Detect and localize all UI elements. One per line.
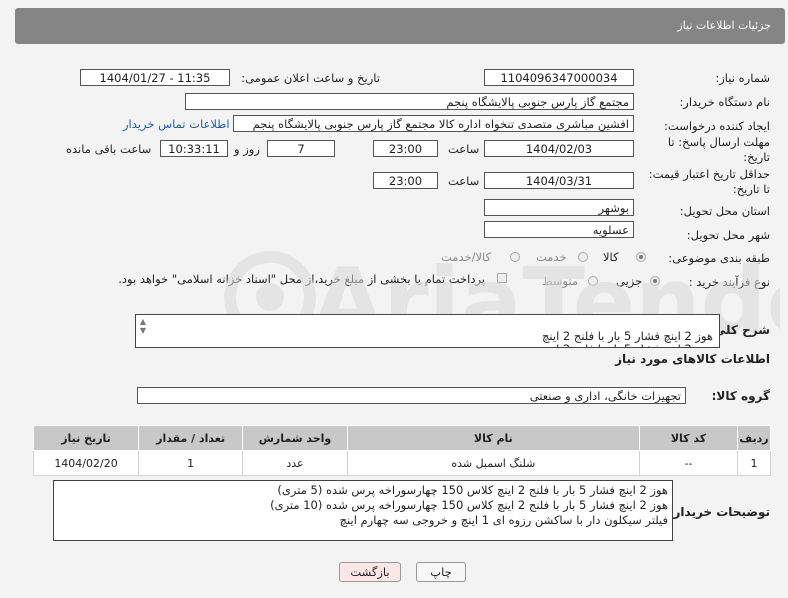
cell-item-code: -- [639, 450, 739, 476]
requester-field: افشین مباشری متصدی تنخواه اداره کالا مجت… [233, 115, 634, 132]
city-field: عسلویه [484, 221, 634, 238]
validity-time-field: 23:00 [373, 172, 438, 189]
need-number-label: شماره نیاز: [715, 71, 770, 85]
table-row: 1 -- شلنگ اسمبل شده عدد 1 1404/02/20 [32, 450, 771, 476]
purchase-type-label: نوع فرآیند خرید : [688, 275, 770, 289]
category-option-goods: کالا [603, 250, 619, 264]
back-button[interactable]: بازگشت [339, 562, 401, 582]
city-label: شهر محل تحویل: [686, 228, 770, 242]
cell-unit: عدد [242, 450, 348, 476]
items-table: ردیف کد کالا نام کالا واحد شمارش تعداد /… [32, 425, 771, 476]
reply-deadline-label: مهلت ارسال پاسخ: تا تاریخ: [667, 135, 770, 164]
category-radio-service[interactable] [578, 252, 588, 262]
cell-row-number: 1 [737, 450, 771, 476]
days-and-label: روز و [234, 142, 260, 156]
category-option-goods-service: کالا/خدمت [441, 250, 492, 264]
reply-date-field: 1404/02/03 [484, 140, 634, 157]
header-bar: جزئیات اطلاعات نیاز [15, 8, 785, 44]
reply-time-field: 23:00 [373, 140, 438, 157]
purchase-radio-minor[interactable] [650, 276, 660, 286]
hours-remaining-label: ساعت باقی مانده [66, 142, 152, 156]
validity-hour-label: ساعت [448, 174, 480, 188]
announce-datetime-label: تاریخ و ساعت اعلان عمومی: [241, 71, 380, 85]
payment-note: پرداخت تمام یا بخشی از مبلغ خرید،از محل … [118, 272, 485, 286]
buyer-org-label: نام دستگاه خریدار: [679, 95, 770, 109]
requester-label: ایجاد کننده درخواست: [664, 119, 770, 133]
announce-datetime-field: 1404/01/27 - 11:35 [80, 69, 230, 86]
buyer-contact-link[interactable]: اطلاعات تماس خریدار [123, 117, 230, 131]
buyer-org-field: مجتمع گاز پارس جنوبی پالایشگاه پنجم [185, 93, 634, 110]
cell-item-name: شلنگ اسمبل شده [346, 450, 641, 476]
buyer-notes-label: توضیحات خریدار: [668, 505, 770, 519]
validity-date-field: 1404/03/31 [484, 172, 634, 189]
goods-group-label: گروه کالا: [711, 389, 770, 403]
purchase-radio-medium[interactable] [588, 276, 598, 286]
col-header-need-date: تاریخ نیاز [32, 425, 140, 451]
purchase-option-medium: متوسط [542, 274, 579, 288]
page-title: جزئیات اطلاعات نیاز [677, 19, 771, 32]
items-table-header-row: ردیف کد کالا نام کالا واحد شمارش تعداد /… [32, 425, 771, 451]
col-header-unit: واحد شمارش [242, 425, 348, 451]
col-header-row-number: ردیف [737, 425, 771, 451]
remaining-time-field: 10:33:11 [160, 140, 228, 157]
cell-need-date: 1404/02/20 [32, 450, 140, 476]
reply-hour-label: ساعت [448, 142, 480, 156]
general-description-textarea[interactable]: هوز 2 اینچ فشار 5 بار با فلنج 2 اینچ هوز… [135, 314, 720, 348]
buyer-notes-textarea[interactable]: هوز 2 اینچ فشار 5 بار با فلنج 2 اینچ کلا… [53, 480, 673, 541]
category-radio-goods-service[interactable] [510, 252, 520, 262]
province-field: بوشهر [484, 199, 634, 216]
category-option-service: خدمت [536, 250, 567, 264]
treasury-payment-checkbox[interactable] [497, 273, 507, 283]
textarea-scroll-arrows[interactable]: ▲ ▼ [138, 317, 148, 335]
cell-quantity: 1 [138, 450, 244, 476]
need-number-field: 1104096347000034 [484, 69, 634, 86]
col-header-quantity: تعداد / مقدار [138, 425, 244, 451]
category-radio-goods[interactable] [636, 252, 646, 262]
price-validity-label: حداقل تاریخ اعتبار قیمت: تا تاریخ: [648, 167, 770, 196]
col-header-item-name: نام کالا [346, 425, 641, 451]
purchase-option-minor: جزیی [616, 274, 643, 288]
goods-group-field: تجهیزات خانگی، اداری و صنعتی [137, 387, 686, 404]
col-header-item-code: کد کالا [639, 425, 739, 451]
goods-info-heading: اطلاعات کالاهای مورد نیاز [615, 352, 770, 366]
category-label: طبقه بندی موضوعی: [668, 251, 770, 265]
print-button[interactable]: چاپ [416, 562, 466, 582]
days-field: 7 [267, 140, 335, 157]
general-description-text: هوز 2 اینچ فشار 5 بار با فلنج 2 اینچ هوز… [541, 329, 713, 348]
province-label: استان محل تحویل: [679, 204, 770, 218]
